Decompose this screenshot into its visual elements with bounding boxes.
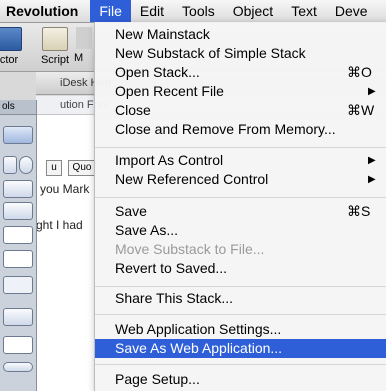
save-shortcut: ⌘S [347, 203, 371, 219]
close-shortcut: ⌘W [347, 102, 375, 118]
menu-item-open-recent[interactable]: Open Recent File ▶ [95, 82, 386, 101]
script-button[interactable]: Script [32, 25, 78, 69]
table-field-tool[interactable] [3, 250, 33, 268]
new-mainstack-label: New Mainstack [115, 26, 210, 42]
open-stack-label: Open Stack... [115, 64, 200, 80]
scrolling-field-tool[interactable] [3, 276, 33, 294]
revert-label: Revert to Saved... [115, 260, 228, 276]
inspector-icon [0, 27, 22, 51]
move-substack-label: Move Substack to File... [115, 241, 265, 257]
option-menu-tool[interactable] [3, 308, 33, 326]
menu-edit[interactable]: Edit [131, 0, 173, 22]
checkbox-tool[interactable] [3, 156, 17, 174]
menu-item-web-app-settings[interactable]: Web Application Settings... [95, 320, 386, 339]
open-stack-shortcut: ⌘O [347, 64, 372, 80]
menu-separator [95, 197, 386, 198]
button-tool[interactable] [3, 180, 33, 198]
inspector-button[interactable]: ctor [0, 25, 32, 69]
field-tool[interactable] [3, 226, 33, 244]
new-referenced-control-label: New Referenced Control [115, 171, 269, 187]
save-as-web-app-label: Save As Web Application... [115, 340, 283, 356]
background-text-line-1: you Mark [40, 182, 90, 196]
menu-item-close[interactable]: Close ⌘W [95, 101, 386, 120]
menu-item-import-control[interactable]: Import As Control ▶ [95, 151, 386, 170]
pointer-tool[interactable] [3, 126, 33, 144]
menu-separator [95, 147, 386, 148]
background-text-line-2: ght I had [36, 218, 83, 232]
menu-text[interactable]: Text [282, 0, 326, 22]
menu-separator [95, 286, 386, 287]
web-app-settings-label: Web Application Settings... [115, 321, 282, 337]
script-label: Script [40, 54, 70, 66]
radio-tool[interactable] [19, 156, 33, 174]
script-icon [42, 27, 68, 51]
open-recent-label: Open Recent File [115, 83, 224, 99]
menu-object[interactable]: Object [224, 0, 282, 22]
message-box-button[interactable]: M [74, 25, 94, 69]
menu-separator [95, 364, 386, 365]
tools-palette-title: ols [0, 100, 36, 115]
submenu-arrow-icon: ▶ [368, 155, 376, 166]
menu-item-page-setup[interactable]: Page Setup... [95, 370, 386, 389]
combo-box-tool[interactable] [3, 336, 33, 354]
menu-item-move-substack: Move Substack to File... [95, 240, 386, 259]
menu-item-close-remove[interactable]: Close and Remove From Memory... [95, 120, 386, 139]
close-remove-label: Close and Remove From Memory... [115, 121, 336, 137]
file-menu-dropdown: New Mainstack New Substack of Simple Sta… [94, 22, 386, 391]
underline-button[interactable]: u [46, 160, 62, 176]
message-box-label: M [74, 52, 84, 64]
menu-item-new-mainstack[interactable]: New Mainstack [95, 25, 386, 44]
page-setup-label: Page Setup... [115, 371, 200, 387]
menu-item-save[interactable]: Save ⌘S [95, 202, 386, 221]
menu-tools[interactable]: Tools [173, 0, 224, 22]
message-box-icon [76, 27, 92, 49]
quote-button[interactable]: Quo [68, 160, 96, 176]
menu-item-open-stack[interactable]: Open Stack... ⌘O [95, 63, 386, 82]
new-substack-label: New Substack of Simple Stack [115, 45, 306, 61]
tools-palette: ols [0, 100, 37, 391]
inspector-label: ctor [0, 54, 19, 66]
import-control-label: Import As Control [115, 152, 224, 168]
share-stack-label: Share This Stack... [115, 290, 234, 306]
save-label: Save [115, 203, 147, 219]
menu-item-save-as-web-app[interactable]: Save As Web Application... [95, 339, 386, 358]
menu-item-revert[interactable]: Revert to Saved... [95, 259, 386, 278]
slider-tool[interactable] [3, 362, 33, 372]
menu-item-share-stack[interactable]: Share This Stack... [95, 289, 386, 308]
menu-bar: Revolution File Edit Tools Object Text D… [0, 0, 386, 23]
close-label: Close [115, 102, 151, 118]
submenu-arrow-icon: ▶ [368, 174, 376, 185]
save-as-label: Save As... [115, 222, 179, 238]
menu-file[interactable]: File [90, 0, 131, 22]
menu-development[interactable]: Deve [326, 0, 377, 22]
submenu-arrow-icon: ▶ [368, 86, 376, 97]
menu-separator [95, 314, 386, 315]
rounded-button-tool[interactable] [3, 202, 33, 220]
menu-app-revolution[interactable]: Revolution [0, 0, 90, 22]
menu-item-new-referenced-control[interactable]: New Referenced Control ▶ [95, 170, 386, 189]
menu-item-save-as[interactable]: Save As... [95, 221, 386, 240]
menu-item-new-substack[interactable]: New Substack of Simple Stack [95, 44, 386, 63]
